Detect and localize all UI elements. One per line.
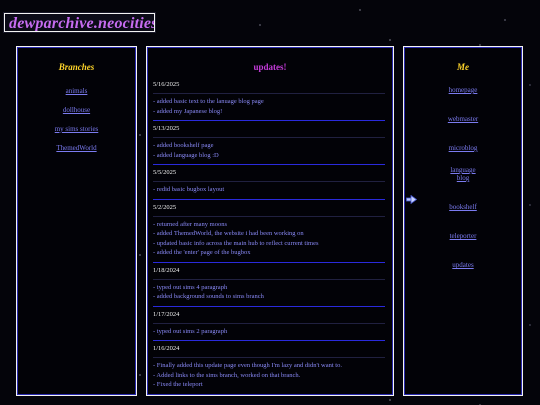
update-entry: 5/2/2025 - returned after many moons - a… [153,200,385,263]
me-item: webmaster [404,108,522,126]
update-entry: 1/17/2024 - typed out sims 2 paragraph [153,307,385,341]
update-line: - typed out sims 2 paragraph [153,327,228,335]
me-item: microblog [404,137,522,155]
branch-link-sims-stories[interactable]: my sims stories [55,125,99,133]
me-link-updates[interactable]: updates [452,261,473,269]
me-links: homepage webmaster microblog language bl… [404,79,522,272]
me-link-homepage[interactable]: homepage [449,86,478,94]
update-line: - added basic text to the lanuage blog p… [153,98,264,105]
update-line: - Finally added this update page even th… [153,362,342,369]
me-link-bookshelf[interactable]: bookshelf [449,203,477,211]
update-line: - Added links to the sims branch, worked… [153,371,301,379]
me-item: updates [404,254,522,272]
update-date: 5/16/2025 [153,80,385,94]
update-date: 5/13/2025 [153,124,385,138]
update-entry: 1/16/2024 - Finally added this update pa… [153,341,385,391]
update-date: 5/5/2025 [153,168,385,182]
updates-list[interactable]: 5/16/2025 - added basic text to the lanu… [153,77,385,391]
updates-panel: updates! 5/16/2025 - added basic text to… [146,46,394,396]
update-entry: 1/18/2024 - typed out sims 4 paragraph -… [153,263,385,307]
me-panel: Me homepage webmaster microblog language… [403,46,523,396]
me-heading: Me [457,62,469,72]
update-line: - typed out sims 4 paragraph [153,283,228,291]
branch-item: dollhouse [17,99,136,118]
update-line: - Fixed the teleport [153,381,203,388]
branch-link-dollhouse[interactable]: dollhouse [63,106,90,114]
me-item: teleporter [404,225,522,243]
me-link-teleporter[interactable]: teleporter [450,232,477,240]
updates-heading: updates! [253,62,287,72]
branches-links: animals dollhouse my sims stories Themed… [17,80,136,156]
branch-item: ThemedWorld [17,137,136,156]
branches-panel: Branches animals dollhouse my sims stori… [16,46,137,396]
update-date: 1/17/2024 [153,310,385,324]
site-title: dewparchive.neocities.org [4,13,155,32]
arrow-right-icon [406,195,417,204]
me-link-webmaster[interactable]: webmaster [448,115,478,123]
me-link-microblog[interactable]: microblog [449,144,478,152]
branch-link-themedworld[interactable]: ThemedWorld [56,144,96,152]
update-line: - added bookshelf page [153,142,214,149]
update-line: - returned after many moons [153,220,228,228]
update-line: - added language blog :D [153,151,219,159]
update-line: - updated basic info across the main hub… [153,239,319,247]
me-link-language-blog[interactable]: language blog [446,166,480,182]
update-entry: 5/16/2025 - added basic text to the lanu… [153,77,385,121]
update-line: - redid basic bugbox layout [153,186,225,193]
branch-link-animals[interactable]: animals [66,87,88,95]
me-item: language blog [404,166,522,185]
update-entry: 5/13/2025 - added bookshelf page - added… [153,121,385,165]
update-date: 1/18/2024 [153,266,385,280]
branches-heading: Branches [58,62,95,72]
update-line: - added the 'enter' page of the bugbox [153,249,251,256]
branch-item: my sims stories [17,118,136,137]
me-item: homepage [404,79,522,97]
update-date: 1/16/2024 [153,344,385,358]
me-item: bookshelf [404,196,522,214]
update-entry: 5/5/2025 - redid basic bugbox layout [153,165,385,200]
update-line: - added my Japanese blog! [153,107,223,115]
update-date: 5/2/2025 [153,203,385,217]
update-line: - added background sounds to sims branch [153,293,264,300]
update-line: - added ThemedWorld, the website i had b… [153,230,304,237]
branch-item: animals [17,80,136,99]
